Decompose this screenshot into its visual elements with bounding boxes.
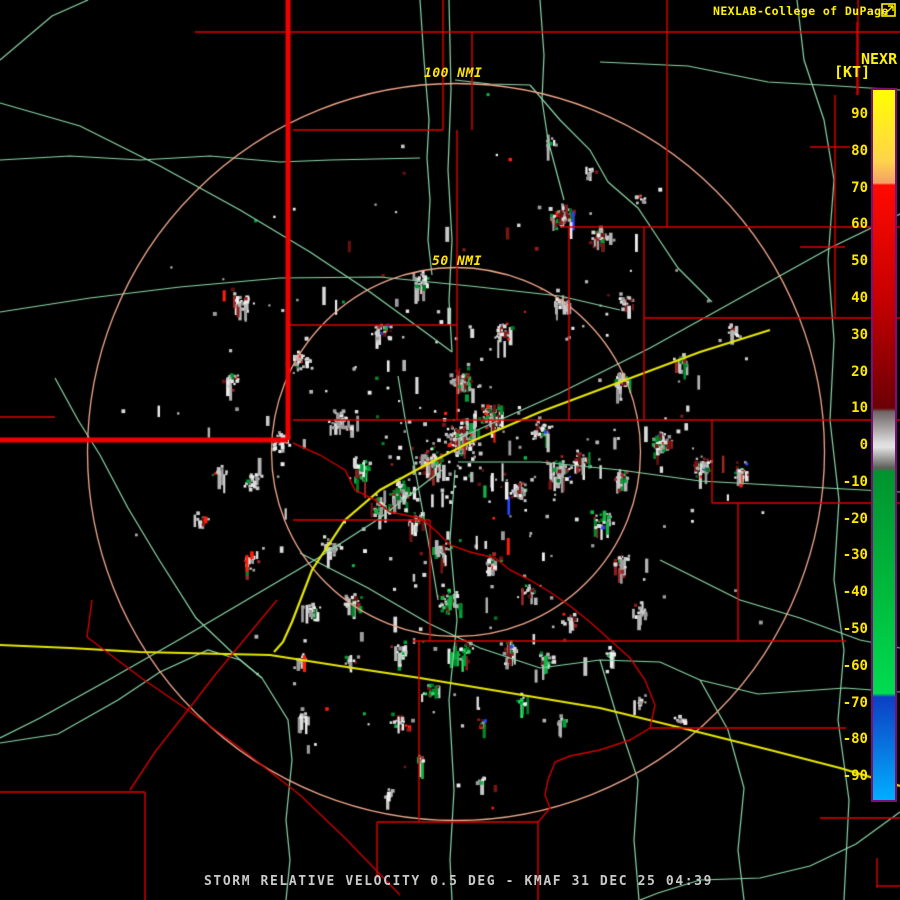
colorbar-tick: 10 xyxy=(851,400,868,417)
colorbar-tick: 90 xyxy=(851,106,868,122)
ring-label-50nmi: 50 NMI xyxy=(432,254,482,269)
colorbar-tick: -90 xyxy=(842,768,868,785)
colorbar-tick: 20 xyxy=(851,363,868,380)
brand-text: NEXLAB-College of DuPage xyxy=(713,4,889,18)
radar-product-viewer: NEXLAB-College of DuPage NEXR [KT] 90 80 7… xyxy=(0,0,900,900)
colorbar-units-label: [KT] xyxy=(834,63,871,81)
colorbar-tick: 70 xyxy=(851,179,868,196)
cod-weather-logo-icon xyxy=(881,3,896,17)
ring-label-100nmi: 100 NMI xyxy=(424,66,483,81)
radar-map-canvas xyxy=(0,0,900,900)
colorbar-tick: -70 xyxy=(842,694,868,711)
colorbar-tick: -40 xyxy=(842,584,868,601)
colorbar-tick: 80 xyxy=(851,142,868,159)
colorbar-tick: 50 xyxy=(851,253,868,270)
colorbar-tick: -10 xyxy=(842,473,868,490)
colorbar-tick: 60 xyxy=(851,216,868,233)
colorbar-tick: -60 xyxy=(842,657,868,674)
colorbar-tick: 40 xyxy=(851,289,868,306)
colorbar-tick: -50 xyxy=(842,621,868,638)
colorbar-tick: -30 xyxy=(842,547,868,564)
colorbar-tick: -80 xyxy=(842,731,868,748)
colorbar-tick: 0 xyxy=(859,437,868,454)
velocity-colorbar xyxy=(871,88,897,802)
product-title-text: STORM RELATIVE VELOCITY 0.5 DEG - KMAF 3… xyxy=(204,874,714,889)
colorbar-tick: -20 xyxy=(842,510,868,527)
colorbar-tick: 30 xyxy=(851,326,868,343)
